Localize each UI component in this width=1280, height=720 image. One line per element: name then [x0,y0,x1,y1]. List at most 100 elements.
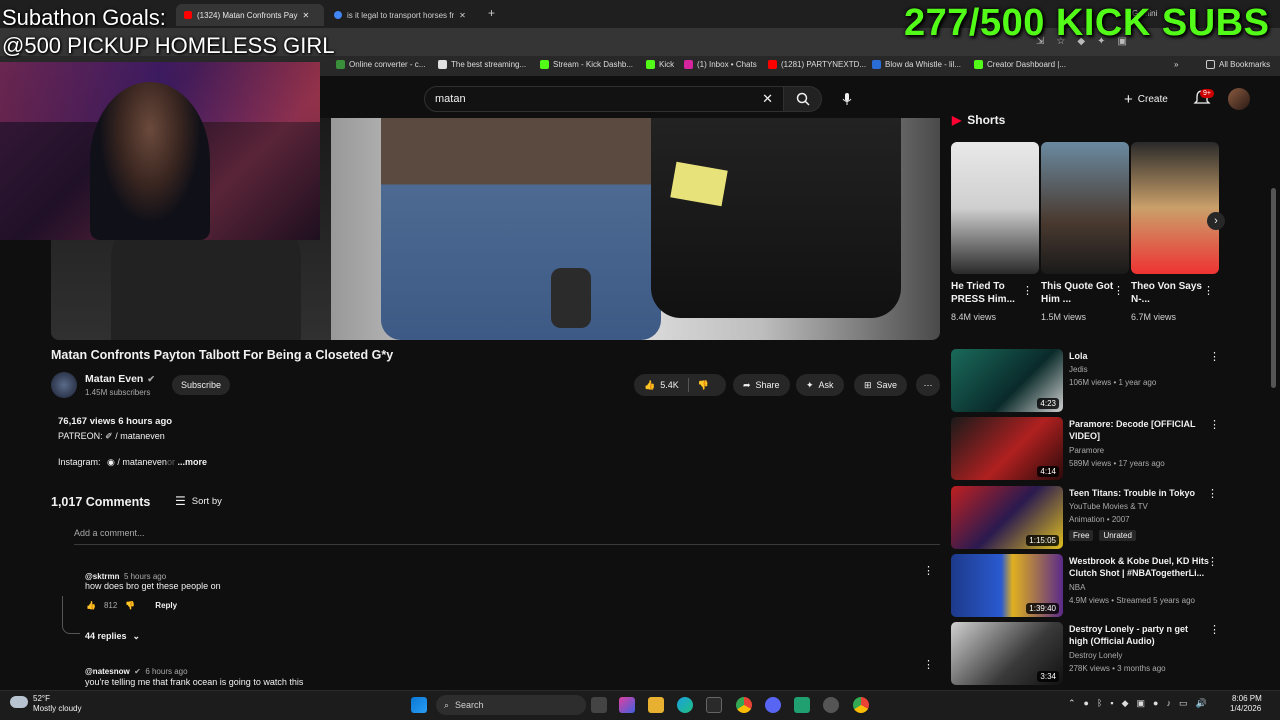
copilot-icon[interactable] [619,697,635,713]
short-title[interactable]: This Quote Got Him ... [1041,280,1115,306]
recommendation-channel[interactable]: Jedis [1069,365,1088,374]
clear-search-icon[interactable]: ✕ [762,91,773,107]
chrome-icon[interactable] [736,697,752,713]
recommendation-thumbnail[interactable]: 4:23 [951,349,1063,412]
recommendation-menu-icon[interactable]: ⋮ [1207,487,1218,500]
bookmark-item[interactable]: Online converter - c... [336,60,425,69]
like-count[interactable]: 5.4K [660,380,679,390]
tray-app-icon[interactable]: ◆ [1122,698,1129,709]
obs-icon[interactable] [823,697,839,713]
add-comment-input[interactable]: Add a comment... [74,528,940,545]
windows-start-icon[interactable] [411,697,427,713]
recommendation-menu-icon[interactable]: ⋮ [1209,350,1220,363]
clock-date[interactable]: 1/4/2026 [1230,704,1261,713]
short-thumbnail[interactable] [951,142,1039,274]
chrome-profile-icon[interactable] [853,697,869,713]
subscribe-button[interactable]: Subscribe [172,375,230,395]
bookmark-item[interactable]: Creator Dashboard |... [974,60,1066,69]
more-actions-button[interactable]: ⋯ [916,374,940,396]
bookmark-icon [768,60,777,69]
recommendation-title[interactable]: Lola [1069,350,1209,362]
share-button[interactable]: ➦ Share [733,374,790,396]
bookmarks-overflow-icon[interactable]: » [1174,60,1178,69]
comment-menu-icon[interactable]: ⋮ [923,564,934,577]
tray-app-icon[interactable]: ▣ [1137,698,1146,709]
recommendation-thumbnail[interactable]: 4:14 [951,417,1063,480]
search-input[interactable]: matan ✕ [424,86,784,112]
comment-menu-icon[interactable]: ⋮ [923,658,934,671]
user-avatar[interactable] [1228,88,1250,110]
tray-app-icon[interactable]: ▪ [1110,698,1113,709]
taskbar-search[interactable]: ⌕ Search [436,695,586,715]
close-tab-icon[interactable]: ✕ [459,11,466,20]
page-scrollbar[interactable] [1271,188,1276,388]
channel-avatar[interactable] [51,372,77,398]
tray-app-icon[interactable]: ● [1084,698,1089,709]
video-duration: 1:15:05 [1026,535,1059,546]
short-thumbnail[interactable] [1131,142,1219,274]
bookmark-item[interactable]: Blow da Whistle - lil... [872,60,961,69]
create-button[interactable]: + Create [1124,88,1168,110]
short-title[interactable]: He Tried To PRESS Him... [951,280,1025,306]
weather-temperature[interactable]: 52°F [33,694,50,703]
recommendation-title[interactable]: Westbrook & Kobe Duel, KD Hits Clutch Sh… [1069,555,1209,579]
weather-description[interactable]: Mostly cloudy [33,704,81,713]
sort-comments-button[interactable]: ☰ Sort by [175,494,222,508]
thumbs-down-icon[interactable]: 👎 [125,601,135,610]
task-view-icon[interactable] [591,697,607,713]
short-menu-icon[interactable]: ⋮ [1022,284,1033,297]
comment-author[interactable]: @sktrmn [85,572,119,581]
file-explorer-icon[interactable] [648,697,664,713]
short-menu-icon[interactable]: ⋮ [1113,284,1124,297]
tab-google-search[interactable]: is it legal to transport horses fr ✕ [326,4,486,26]
chevron-right-icon[interactable]: › [1207,212,1225,230]
tray-app-icon[interactable]: ● [1153,698,1158,709]
voice-search-button[interactable] [834,86,860,112]
search-button[interactable] [784,86,822,112]
bookmark-item[interactable]: The best streaming... [438,60,526,69]
recommendation-title[interactable]: Paramore: Decode [OFFICIAL VIDEO] [1069,418,1209,442]
bookmark-item[interactable]: (1281) PARTYNEXTD... [768,60,866,69]
thumbs-up-icon[interactable]: 👍 [86,601,96,610]
recommendation-thumbnail[interactable]: 3:34 [951,622,1063,685]
bluetooth-icon[interactable]: ᛒ [1097,698,1102,709]
recommendation-thumbnail[interactable]: 1:39:40 [951,554,1063,617]
reply-button[interactable]: Reply [155,601,177,610]
view-replies-button[interactable]: 44 replies ⌄ [85,631,140,642]
volume-icon[interactable]: 🔊 [1195,698,1206,709]
recommendation-channel[interactable]: Destroy Lonely [1069,651,1122,660]
save-button[interactable]: ⊞ Save [854,374,908,396]
recommendation-channel[interactable]: NBA [1069,583,1085,592]
recommendation-menu-icon[interactable]: ⋮ [1209,623,1220,636]
recommendation-title[interactable]: Destroy Lonely - party n get high (Offic… [1069,623,1209,647]
short-menu-icon[interactable]: ⋮ [1203,284,1214,297]
discord-icon[interactable] [765,697,781,713]
thumbs-down-icon[interactable]: 👎 [698,380,709,391]
comment-author[interactable]: @natesnow [85,667,130,676]
microphone-icon[interactable]: ♪ [1166,698,1171,709]
bookmark-item[interactable]: Stream - Kick Dashb... [540,60,633,69]
bookmark-item[interactable]: (1) Inbox • Chats [684,60,757,69]
short-thumbnail[interactable] [1041,142,1129,274]
chevron-up-icon[interactable]: ⌃ [1068,698,1076,709]
clock-time[interactable]: 8:06 PM [1232,694,1262,703]
recommendation-channel[interactable]: YouTube Movies & TV [1069,502,1148,511]
network-icon[interactable]: ▭ [1179,698,1188,709]
recommendation-menu-icon[interactable]: ⋮ [1207,555,1218,568]
short-title[interactable]: Theo Von Says N-... [1131,280,1205,306]
edge-icon[interactable] [677,697,693,713]
new-tab-button[interactable]: + [488,6,495,20]
recommendation-menu-icon[interactable]: ⋮ [1209,418,1220,431]
recommendation-channel[interactable]: Paramore [1069,446,1104,455]
comment-text: how does bro get these people on [85,581,221,591]
recommendation-title[interactable]: Teen Titans: Trouble in Tokyo [1069,487,1209,499]
app-icon[interactable] [794,697,810,713]
thumbs-up-icon[interactable]: 👍 [644,380,655,391]
bookmark-item[interactable]: Kick [646,60,674,69]
channel-name[interactable]: Matan Even ✔ [85,373,155,385]
ask-button[interactable]: ✦ Ask [796,374,844,396]
store-icon[interactable] [706,697,722,713]
all-bookmarks-button[interactable]: All Bookmarks [1206,60,1270,69]
show-more-link[interactable]: ...more [177,457,207,467]
recommendation-thumbnail[interactable]: 1:15:05 [951,486,1063,549]
